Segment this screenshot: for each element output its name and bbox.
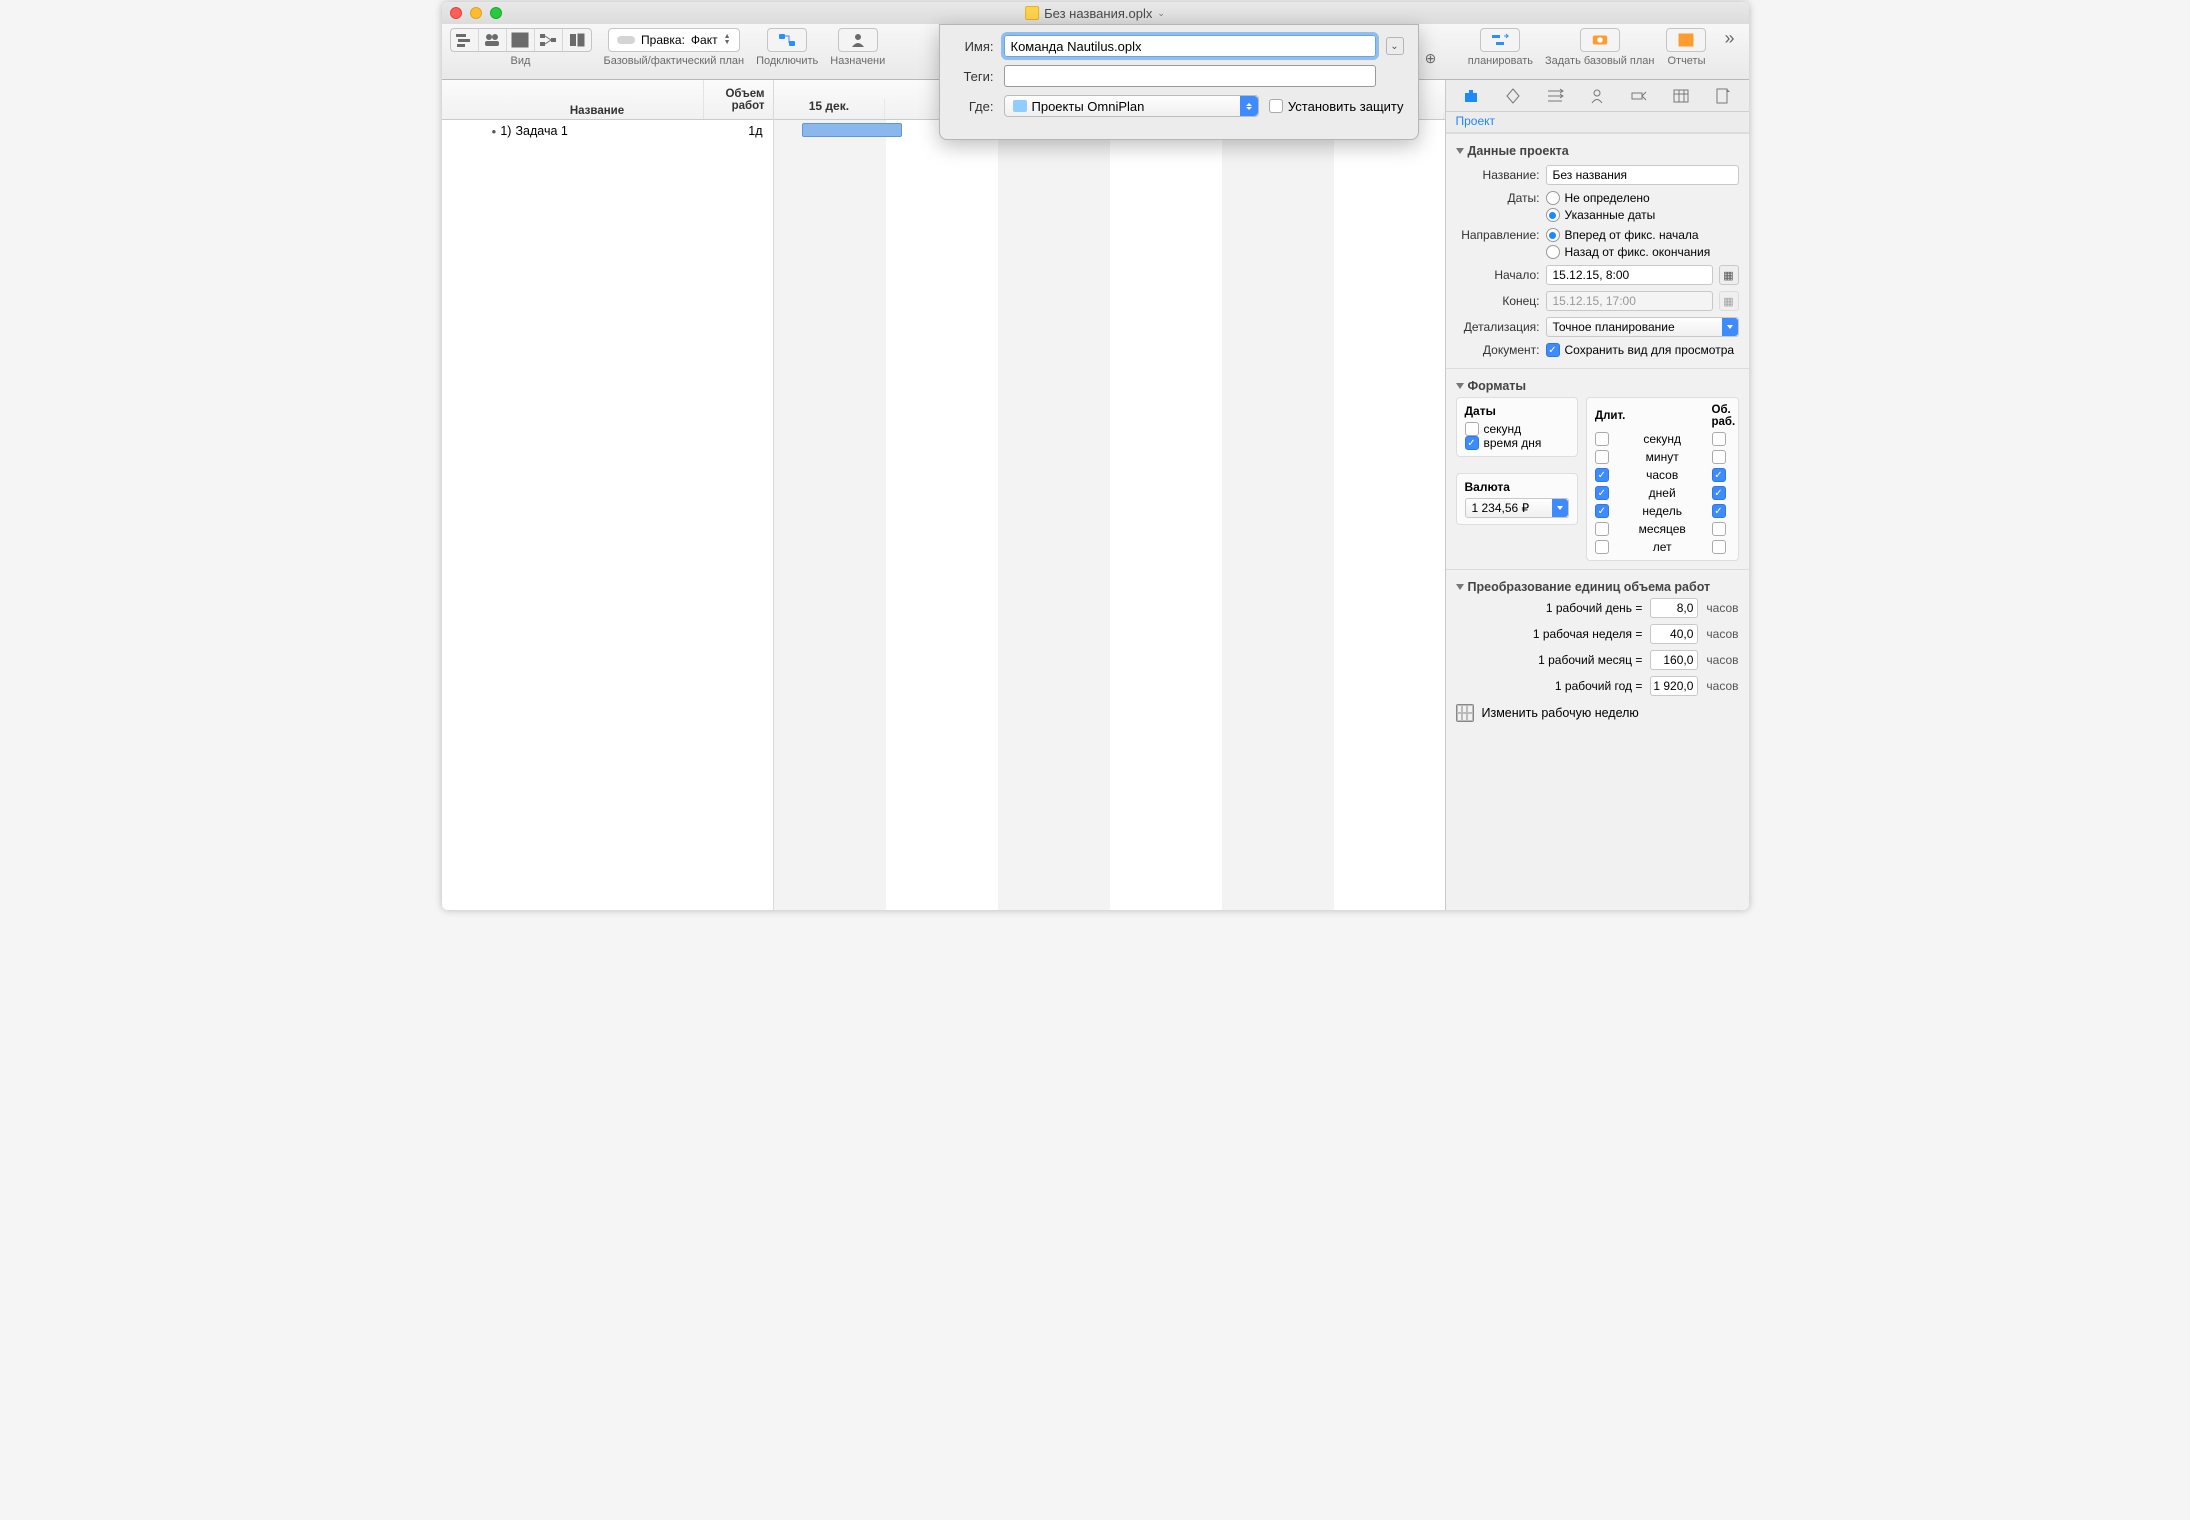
- replan-button[interactable]: [1480, 28, 1520, 52]
- currency-select[interactable]: 1 234,56 ₽: [1465, 498, 1569, 518]
- vol-mo-checkbox[interactable]: [1712, 522, 1726, 536]
- granularity-select[interactable]: Точное планирование: [1546, 317, 1739, 337]
- connect-label: Подключить: [756, 55, 818, 67]
- save-sheet: Имя: ⌄ Теги: Где: Проекты OmniPlan Устан…: [939, 24, 1419, 140]
- start-date-input[interactable]: 15.12.15, 8:00: [1546, 265, 1713, 285]
- folder-icon: [1013, 100, 1027, 112]
- section-effort-conversion[interactable]: Преобразование единиц объема работ: [1446, 576, 1749, 598]
- start-calendar-button[interactable]: ▦: [1719, 265, 1739, 285]
- vol-yr-checkbox[interactable]: [1712, 540, 1726, 554]
- dur-min-checkbox[interactable]: [1595, 450, 1609, 464]
- set-baseline-label: Задать базовый план: [1545, 55, 1654, 67]
- dur-day-checkbox[interactable]: [1595, 486, 1609, 500]
- assign-label: Назначени: [830, 55, 885, 67]
- view-resources-icon[interactable]: [479, 29, 507, 51]
- titlebar: Без названия.oplx ⌄: [442, 2, 1749, 24]
- expand-save-sheet-button[interactable]: ⌄: [1386, 37, 1404, 55]
- inspector-tab-custom[interactable]: [1709, 84, 1737, 108]
- window-title-text: Без названия.oplx: [1044, 6, 1152, 21]
- minimize-window-button[interactable]: [470, 7, 482, 19]
- section-project-data[interactable]: Данные проекта: [1446, 140, 1749, 162]
- inspector: Проект Данные проекта Название: Без назв…: [1445, 80, 1749, 910]
- sheet-name-label: Имя:: [954, 39, 994, 54]
- vol-hr-checkbox[interactable]: [1712, 468, 1726, 482]
- toolbar-overflow-icon[interactable]: »: [1718, 28, 1740, 49]
- end-calendar-button: ▦: [1719, 291, 1739, 311]
- replan-label: планировать: [1468, 55, 1533, 67]
- chevron-down-icon: ⌄: [1157, 8, 1165, 19]
- inspector-tab-task[interactable]: [1625, 84, 1653, 108]
- column-name[interactable]: Название: [570, 105, 624, 117]
- direction-backward-radio[interactable]: Назад от фикс. окончания: [1546, 245, 1739, 259]
- vol-min-checkbox[interactable]: [1712, 450, 1726, 464]
- sheet-tags-input[interactable]: [1004, 65, 1376, 87]
- sheet-name-input[interactable]: [1004, 35, 1376, 57]
- section-formats[interactable]: Форматы: [1446, 375, 1749, 397]
- view-style-icon[interactable]: [563, 29, 591, 51]
- fmt-seconds-checkbox[interactable]: секунд: [1465, 422, 1569, 436]
- sheet-where-label: Где:: [954, 99, 994, 114]
- conv-year-input[interactable]: [1650, 676, 1698, 696]
- dates-specified-radio[interactable]: Указанные даты: [1546, 208, 1739, 222]
- save-view-checkbox[interactable]: Сохранить вид для просмотра: [1546, 343, 1735, 357]
- project-name-input[interactable]: Без названия: [1546, 165, 1739, 185]
- stepper-icon: ▲▼: [724, 34, 731, 46]
- view-segmented[interactable]: [450, 28, 592, 52]
- column-effort[interactable]: Объем работ: [703, 80, 773, 119]
- dates-undefined-radio[interactable]: Не определено: [1546, 191, 1739, 205]
- bullet-icon: ●: [492, 127, 497, 136]
- task-row[interactable]: ● 1) Задача 1 1д: [442, 120, 773, 142]
- sheet-protect-checkbox[interactable]: Установить защиту: [1269, 99, 1404, 114]
- conv-month-input[interactable]: [1650, 650, 1698, 670]
- assign-button[interactable]: [838, 28, 878, 52]
- reports-button[interactable]: [1666, 28, 1706, 52]
- vol-wk-checkbox[interactable]: [1712, 504, 1726, 518]
- gantt-chart[interactable]: 15 дек. ⊖ ⊕: [774, 80, 1445, 910]
- view-gantt-icon[interactable]: [451, 29, 479, 51]
- close-window-button[interactable]: [450, 7, 462, 19]
- view-label: Вид: [511, 55, 531, 67]
- sheet-tags-label: Теги:: [954, 69, 994, 84]
- fmt-timeofday-checkbox[interactable]: время дня: [1465, 436, 1569, 450]
- connect-button[interactable]: [767, 28, 807, 52]
- view-calendar-icon[interactable]: [507, 29, 535, 51]
- dur-wk-checkbox[interactable]: [1595, 504, 1609, 518]
- document-icon: [1025, 6, 1039, 20]
- vol-day-checkbox[interactable]: [1712, 486, 1726, 500]
- vol-sec-checkbox[interactable]: [1712, 432, 1726, 446]
- set-baseline-button[interactable]: [1580, 28, 1620, 52]
- updown-caret-icon: [1240, 96, 1258, 116]
- change-work-week-button[interactable]: Изменить рабочую неделю: [1446, 696, 1749, 730]
- baseline-label: Базовый/фактический план: [604, 55, 745, 67]
- dur-mo-checkbox[interactable]: [1595, 522, 1609, 536]
- inspector-tab-resource[interactable]: [1583, 84, 1611, 108]
- gantt-date-header: 15 дек.: [774, 99, 886, 119]
- gantt-task-bar[interactable]: [802, 123, 902, 137]
- task-outline: ✋ ▤ Название Объем работ ● 1) Задача 1 1…: [442, 80, 774, 910]
- direction-forward-radio[interactable]: Вперед от фикс. начала: [1546, 228, 1739, 242]
- inspector-tab-milestones[interactable]: [1499, 84, 1527, 108]
- pill-icon: [617, 36, 635, 44]
- edit-mode-pill[interactable]: Правка: Факт ▲▼: [608, 28, 740, 52]
- dur-hr-checkbox[interactable]: [1595, 468, 1609, 482]
- sheet-where-select[interactable]: Проекты OmniPlan: [1004, 95, 1259, 117]
- zoom-in-icon[interactable]: ⊕: [1421, 48, 1441, 68]
- calendar-grid-icon: [1456, 704, 1474, 722]
- view-network-icon[interactable]: [535, 29, 563, 51]
- window-title[interactable]: Без названия.oplx ⌄: [1025, 6, 1165, 21]
- reports-label: Отчеты: [1667, 55, 1705, 67]
- dur-yr-checkbox[interactable]: [1595, 540, 1609, 554]
- inspector-tab-calendar[interactable]: [1667, 84, 1695, 108]
- end-date-input: 15.12.15, 17:00: [1546, 291, 1713, 311]
- inspector-tab-project[interactable]: [1457, 84, 1485, 108]
- zoom-window-button[interactable]: [490, 7, 502, 19]
- inspector-title: Проект: [1446, 112, 1749, 133]
- inspector-tab-styles[interactable]: [1541, 84, 1569, 108]
- dur-sec-checkbox[interactable]: [1595, 432, 1609, 446]
- conv-day-input[interactable]: [1650, 598, 1698, 618]
- conv-week-input[interactable]: [1650, 624, 1698, 644]
- disclosure-triangle-icon: [1456, 148, 1464, 154]
